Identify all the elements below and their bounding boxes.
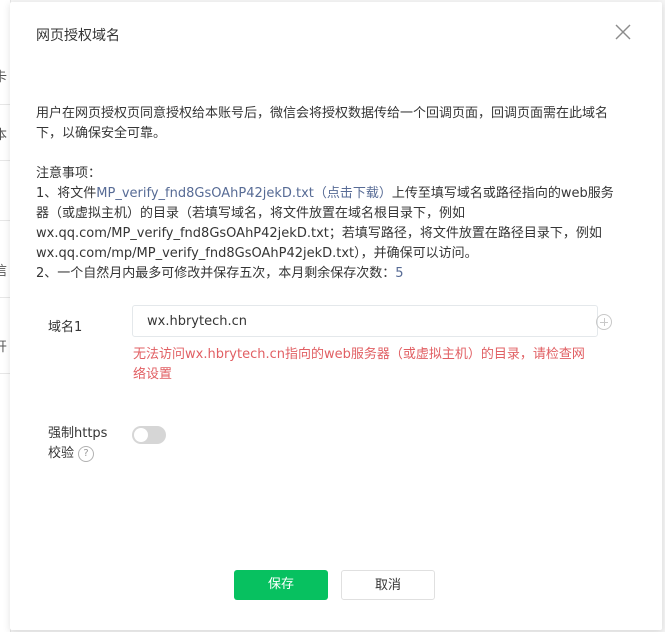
dialog-description: 用户在网页授权页同意授权给本账号后，微信会将授权数据传给一个回调页面，回调页面需… <box>36 106 609 141</box>
background-text: 开 <box>0 340 8 355</box>
divider <box>0 373 10 374</box>
background-text: 本 <box>0 128 8 143</box>
help-icon[interactable]: ? <box>78 445 95 462</box>
cancel-button[interactable]: 取消 <box>341 570 435 600</box>
remaining-save-count: 5 <box>395 266 404 281</box>
close-icon[interactable] <box>613 22 633 42</box>
toggle-knob <box>134 428 148 442</box>
domain-input[interactable] <box>132 305 598 337</box>
dialog-title: 网页授权域名 <box>36 28 120 44</box>
force-https-label-line2: 校验? <box>48 444 107 464</box>
background-text: 卡 <box>0 70 8 85</box>
domain-auth-dialog: 网页授权域名 用户在网页授权页同意授权给本账号后，微信会将授权数据传给一个回调页… <box>10 2 662 630</box>
note2-prefix: 2、一个自然月内最多可修改并保存五次，本月剩余保存次数： <box>36 266 396 281</box>
force-https-label-line1: 强制https <box>48 426 108 441</box>
divider <box>0 297 10 298</box>
save-button[interactable]: 保存 <box>234 570 328 600</box>
add-circle-icon[interactable] <box>596 314 612 330</box>
force-https-label-text: 校验 <box>48 446 75 461</box>
divider <box>0 160 10 161</box>
background-text: 信 <box>0 264 8 279</box>
note1-prefix: 1、将文件 <box>36 186 97 201</box>
note-item-2: 2、一个自然月内最多可修改并保存五次，本月剩余保存次数：5 <box>36 264 626 284</box>
divider <box>0 104 10 105</box>
domain-error-message: 无法访问wx.hbrytech.cn指向的web服务器（或虚拟主机）的目录，请检… <box>133 347 585 382</box>
notes-section: 注意事项： 1、将文件MP_verify_fnd8GsOAhP42jekD.tx… <box>36 164 626 284</box>
notes-title: 注意事项： <box>36 166 102 181</box>
domain-label: 域名1 <box>48 320 83 335</box>
force-https-label: 强制https 校验? <box>48 424 107 464</box>
download-verify-file-link[interactable]: MP_verify_fnd8GsOAhP42jekD.txt（点击下载） <box>96 186 392 201</box>
force-https-toggle[interactable] <box>132 426 166 444</box>
note-item-1: 1、将文件MP_verify_fnd8GsOAhP42jekD.txt（点击下载… <box>36 184 626 264</box>
divider <box>0 220 10 221</box>
